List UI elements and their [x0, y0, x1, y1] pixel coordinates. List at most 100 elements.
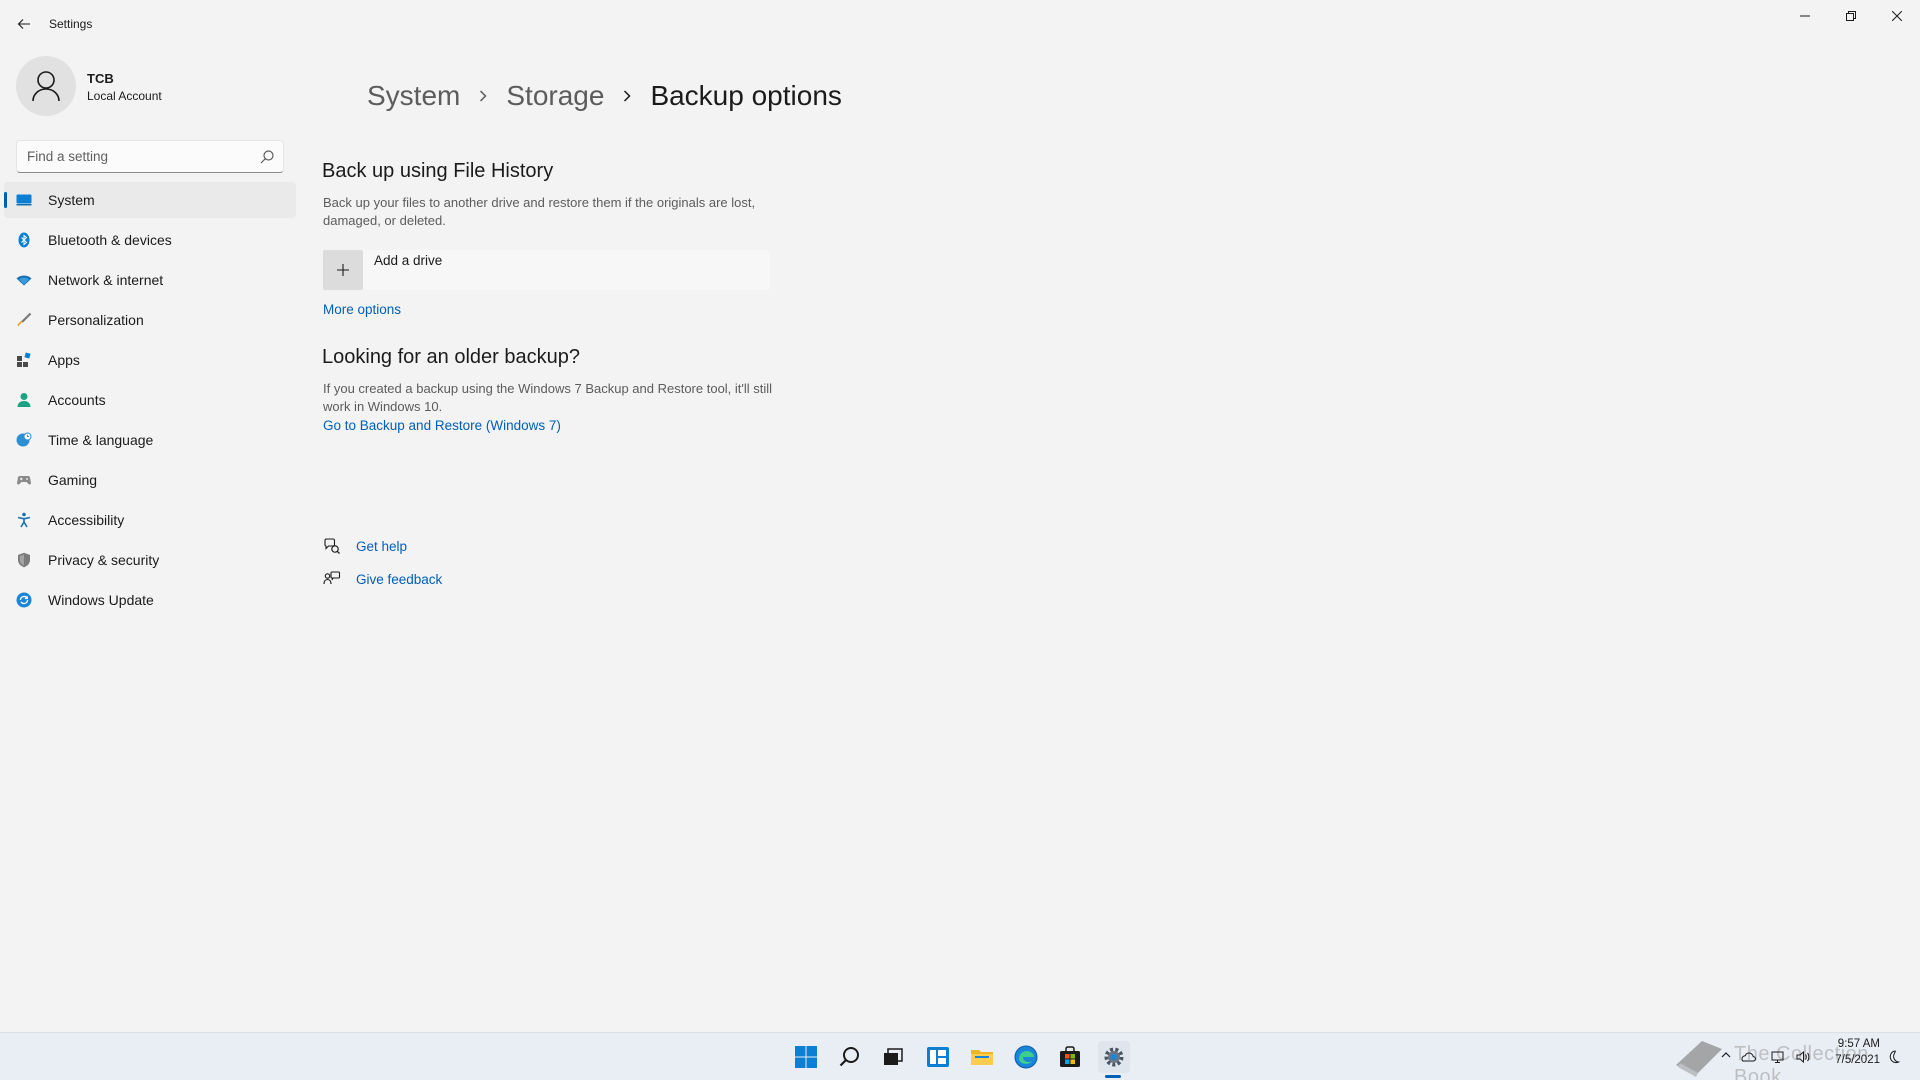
- settings-icon: [1104, 1047, 1124, 1067]
- close-button[interactable]: [1874, 0, 1920, 32]
- minimize-button[interactable]: [1782, 0, 1828, 32]
- store-icon: [1060, 1046, 1080, 1067]
- chevron-up-icon[interactable]: [1720, 1049, 1732, 1061]
- restore-icon: [1846, 11, 1856, 21]
- sidebar-item-label: Accounts: [48, 392, 106, 408]
- sidebar-item-personalization[interactable]: Personalization: [4, 302, 296, 338]
- person-avatar-icon: [32, 71, 60, 102]
- sidebar-item-time-language[interactable]: Time & language: [4, 422, 296, 458]
- breadcrumb-storage[interactable]: Storage: [506, 80, 604, 112]
- bluetooth-icon: [18, 232, 30, 248]
- close-icon: [1892, 11, 1902, 21]
- give-feedback-row[interactable]: Give feedback: [323, 568, 442, 590]
- add-drive-tile: [323, 250, 363, 290]
- sidebar-item-label: Bluetooth & devices: [48, 232, 172, 248]
- apps-icon: [17, 352, 31, 367]
- user-profile[interactable]: TCB Local Account: [16, 56, 296, 118]
- restore-button[interactable]: [1828, 0, 1874, 32]
- clock-date: 7/5/2021: [1835, 1054, 1880, 1066]
- older-backup-description: If you created a backup using the Window…: [323, 381, 773, 414]
- network-tray-icon[interactable]: [1770, 1049, 1786, 1065]
- sidebar-item-label: Network & internet: [48, 272, 164, 288]
- shield-icon: [18, 552, 30, 568]
- sidebar-item-label: Gaming: [48, 472, 98, 488]
- breadcrumb-system[interactable]: System: [367, 80, 460, 112]
- sidebar-item-windows-update[interactable]: Windows Update: [4, 582, 296, 618]
- sidebar-item-system[interactable]: System: [4, 182, 296, 218]
- page-title: Backup options: [650, 80, 842, 111]
- feedback-icon: [323, 571, 341, 585]
- profile-name: TCB: [87, 71, 114, 86]
- taskbar: The Collection Book: [0, 1032, 1920, 1080]
- sidebar-item-accessibility[interactable]: Accessibility: [4, 502, 296, 538]
- sidebar-item-network[interactable]: Network & internet: [4, 262, 296, 298]
- file-history-title: Back up using File History: [322, 160, 554, 182]
- profile-account-type: Local Account: [87, 89, 162, 103]
- chevron-right-icon: [478, 89, 488, 103]
- file-history-description: Back up your files to another drive and …: [323, 195, 756, 228]
- sidebar-item-privacy-security[interactable]: Privacy & security: [4, 542, 296, 578]
- back-arrow-icon: [17, 19, 30, 29]
- settings-app-button[interactable]: [1098, 1041, 1130, 1073]
- sidebar-item-label: Personalization: [48, 312, 144, 328]
- system-icon: [16, 194, 32, 206]
- edge-icon: [1014, 1045, 1038, 1069]
- add-drive-button[interactable]: Add a drive: [323, 250, 770, 290]
- edge-button[interactable]: [1010, 1041, 1042, 1073]
- sidebar-item-accounts[interactable]: Accounts: [4, 382, 296, 418]
- sidebar-item-gaming[interactable]: Gaming: [4, 462, 296, 498]
- file-explorer-button[interactable]: [966, 1041, 998, 1073]
- person-icon: [17, 393, 31, 407]
- file-explorer-icon: [971, 1050, 993, 1065]
- notification-moon-icon[interactable]: [1885, 1049, 1901, 1065]
- chevron-right-icon: [622, 89, 632, 103]
- accessibility-icon: [17, 512, 31, 528]
- sidebar-item-label: Apps: [48, 352, 80, 368]
- more-options-link[interactable]: More options: [323, 302, 401, 317]
- sidebar-nav: System Bluetooth & devices Network & int…: [4, 182, 296, 622]
- back-button[interactable]: [12, 12, 36, 36]
- plus-icon: [337, 264, 349, 276]
- wifi-icon: [16, 275, 32, 286]
- start-icon: [795, 1046, 817, 1068]
- gamepad-icon: [17, 476, 31, 485]
- search-icon[interactable]: [259, 149, 275, 165]
- task-view-button[interactable]: [877, 1041, 909, 1073]
- clock-time: 9:57 AM: [1837, 1038, 1880, 1050]
- give-feedback-link[interactable]: Give feedback: [356, 572, 442, 587]
- active-app-indicator: [1105, 1075, 1121, 1078]
- taskbar-search-button[interactable]: [834, 1041, 866, 1073]
- sidebar-item-label: Accessibility: [48, 512, 125, 528]
- widgets-icon: [927, 1047, 949, 1067]
- add-drive-label: Add a drive: [374, 253, 443, 268]
- store-button[interactable]: [1054, 1041, 1086, 1073]
- sidebar-item-label: Privacy & security: [48, 552, 160, 568]
- settings-search-box[interactable]: [16, 140, 284, 173]
- backup-restore-windows7-link[interactable]: Go to Backup and Restore (Windows 7): [323, 418, 561, 433]
- search-input[interactable]: [27, 141, 257, 172]
- settings-window: Settings TCB Local Account System Blueto…: [0, 0, 1920, 1032]
- get-help-icon: [324, 538, 340, 554]
- sidebar-item-apps[interactable]: Apps: [4, 342, 296, 378]
- avatar: [16, 56, 76, 116]
- sidebar-item-label: Time & language: [48, 432, 154, 448]
- title-bar: Settings: [0, 0, 1920, 48]
- onedrive-icon[interactable]: [1740, 1049, 1756, 1065]
- update-icon: [16, 592, 32, 608]
- task-view-icon: [884, 1048, 903, 1065]
- globe-clock-icon: [16, 432, 32, 447]
- sidebar-item-bluetooth[interactable]: Bluetooth & devices: [4, 222, 296, 258]
- sidebar-item-label: System: [48, 192, 95, 208]
- taskbar-clock[interactable]: 9:57 AM 7/5/2021: [1800, 1036, 1880, 1068]
- brush-icon: [17, 312, 32, 327]
- get-help-row[interactable]: Get help: [323, 535, 407, 557]
- sidebar-item-label: Windows Update: [48, 592, 154, 608]
- start-button[interactable]: [790, 1041, 822, 1073]
- breadcrumb: System Storage Backup options: [367, 76, 842, 116]
- get-help-link[interactable]: Get help: [356, 539, 407, 554]
- search-icon: [839, 1047, 859, 1067]
- app-title: Settings: [49, 17, 93, 31]
- older-backup-title: Looking for an older backup?: [322, 346, 580, 368]
- minimize-icon: [1800, 15, 1810, 17]
- widgets-button[interactable]: [922, 1041, 954, 1073]
